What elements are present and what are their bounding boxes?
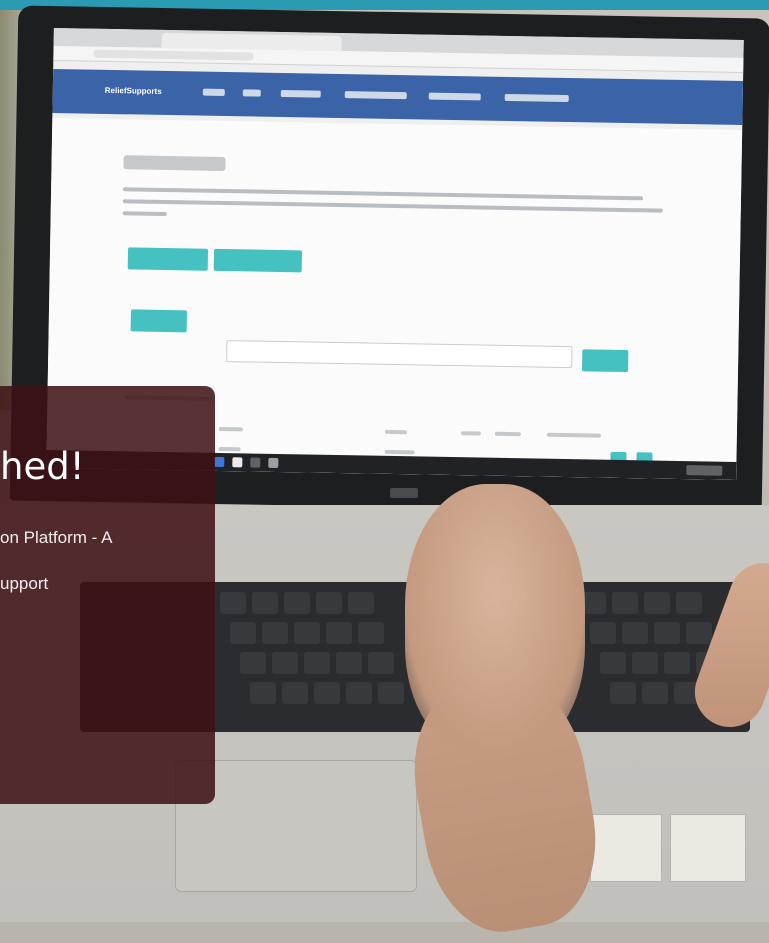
taskbar-app-icon xyxy=(268,457,279,468)
overlay-title: hed! xyxy=(0,445,85,488)
screen-button xyxy=(581,349,629,373)
nav-item-blurred xyxy=(344,91,407,100)
keyboard-key xyxy=(346,682,372,704)
table-header-blurred xyxy=(218,426,243,432)
table-header-blurred xyxy=(460,431,481,436)
keyboard-key xyxy=(612,592,638,614)
site-navbar: ReliefSupports xyxy=(52,69,744,126)
keyboard-key xyxy=(336,652,362,674)
keyboard-key xyxy=(326,622,352,644)
keyboard-key xyxy=(262,622,288,644)
keyboard-key xyxy=(284,592,310,614)
screen-button xyxy=(213,248,303,273)
table-cell-blurred xyxy=(218,446,241,452)
keyboard-key xyxy=(378,682,404,704)
nav-item-blurred xyxy=(202,88,225,97)
keyboard-key xyxy=(642,682,668,704)
keyboard-key xyxy=(590,622,616,644)
taskbar-clock-blurred xyxy=(686,465,723,476)
keyboard-key xyxy=(240,652,266,674)
table-header-blurred xyxy=(494,431,521,437)
site-brand: ReliefSupports xyxy=(104,85,162,96)
screen-button xyxy=(130,309,187,333)
overlay-subtitle-line: upport xyxy=(0,574,49,593)
keyboard-key xyxy=(358,622,384,644)
keyboard-key xyxy=(272,652,298,674)
laptop-sticker xyxy=(670,814,746,882)
table-header-blurred xyxy=(384,429,407,435)
paragraph-line xyxy=(122,211,167,217)
keyboard-key xyxy=(368,652,394,674)
nav-item-blurred xyxy=(504,93,569,103)
keyboard-key xyxy=(316,592,342,614)
keyboard-key xyxy=(654,622,680,644)
keyboard-key xyxy=(664,652,690,674)
keyboard-key xyxy=(294,622,320,644)
keyboard-key xyxy=(252,592,278,614)
keyboard-key xyxy=(314,682,340,704)
keyboard-key xyxy=(622,622,648,644)
paragraph-line xyxy=(122,199,663,213)
laptop-logo xyxy=(390,488,418,498)
keyboard-key xyxy=(220,592,246,614)
keyboard-key xyxy=(250,682,276,704)
nav-item-blurred xyxy=(428,92,481,101)
screen-button xyxy=(127,247,209,271)
table-cell-blurred xyxy=(384,449,415,455)
taskbar-app-icon xyxy=(250,457,261,468)
keyboard-key xyxy=(348,592,374,614)
taskbar-app-icon xyxy=(232,457,243,468)
keyboard-key xyxy=(600,652,626,674)
typing-hand xyxy=(405,484,585,754)
keyboard-key xyxy=(632,652,658,674)
keyboard-key xyxy=(644,592,670,614)
keyboard-key xyxy=(676,592,702,614)
table-header-blurred xyxy=(546,432,601,438)
screen-search-input xyxy=(226,340,573,369)
keyboard-key xyxy=(304,652,330,674)
keyboard-key xyxy=(686,622,712,644)
paragraph-line xyxy=(123,187,644,201)
keyboard-key xyxy=(282,682,308,704)
page-heading-blurred xyxy=(123,155,226,172)
overlay-subtitle-line: on Platform - A xyxy=(0,528,113,547)
nav-item-blurred xyxy=(280,89,321,98)
nav-item-blurred xyxy=(242,89,261,97)
taskbar-app-icon xyxy=(214,456,225,468)
keyboard-key xyxy=(230,622,256,644)
address-field xyxy=(93,49,254,61)
keyboard-key xyxy=(610,682,636,704)
laptop-sticker xyxy=(590,814,662,882)
